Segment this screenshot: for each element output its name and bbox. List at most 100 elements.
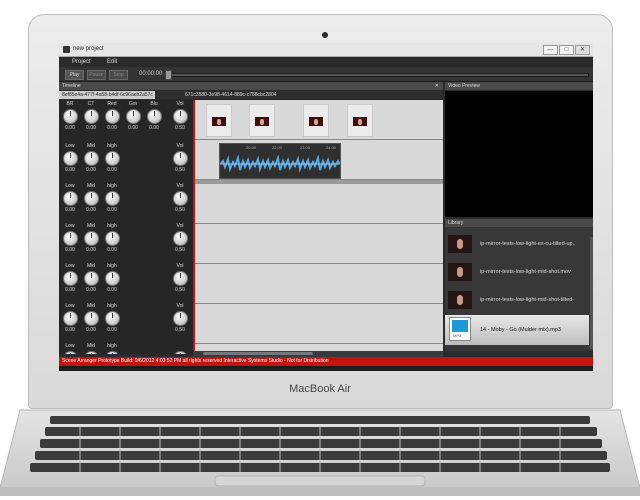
menu-item-edit[interactable]: Edit bbox=[107, 59, 117, 65]
label-vol: Vol bbox=[176, 303, 184, 309]
low-knob[interactable] bbox=[63, 151, 78, 166]
label-br: BR bbox=[66, 101, 74, 107]
audio-track[interactable]: 20.00 22.00 23.00 24.00 bbox=[193, 140, 443, 180]
tab-active[interactable]: 8ef85e4a-477f-4a58-b4df-6c96aeb2a57c bbox=[59, 91, 155, 99]
low-knob[interactable] bbox=[63, 271, 78, 286]
track[interactable] bbox=[193, 344, 443, 351]
value-vol: 0.50 bbox=[175, 287, 185, 293]
value-ct: 0.00 bbox=[86, 125, 96, 131]
mid-knob[interactable] bbox=[84, 231, 99, 246]
blue-knob[interactable] bbox=[147, 109, 162, 124]
label-high: high bbox=[107, 143, 117, 149]
video-clip[interactable] bbox=[303, 104, 329, 137]
window-title: new project bbox=[73, 46, 104, 52]
panel-close-icon[interactable]: ✕ bbox=[435, 82, 439, 90]
label-low: Low bbox=[65, 183, 75, 189]
maximize-button[interactable]: □ bbox=[559, 45, 574, 55]
volume-knob[interactable] bbox=[173, 191, 188, 206]
value-low: 0.00 bbox=[65, 207, 75, 213]
timeline-title: Timeline bbox=[62, 83, 81, 89]
low-knob[interactable] bbox=[63, 311, 78, 326]
high-knob[interactable] bbox=[105, 271, 120, 286]
volume-knob[interactable] bbox=[173, 151, 188, 166]
menu-item-project[interactable]: Project bbox=[72, 59, 91, 65]
pause-button[interactable]: Pause bbox=[87, 70, 106, 80]
library-item-selected[interactable]: 14 - Moby - Go (Mulder mix).mp3 bbox=[445, 315, 589, 345]
scrub-track[interactable] bbox=[167, 73, 589, 77]
label-mid: Mid bbox=[86, 183, 96, 189]
volume-knob[interactable] bbox=[173, 109, 188, 124]
library-item[interactable]: ip-mirror-tests-low-light-mid-shot-tilte… bbox=[445, 287, 589, 314]
timeline-tracks: 20.00 22.00 23.00 24.00 bbox=[193, 100, 443, 351]
scrub-handle[interactable] bbox=[165, 70, 172, 80]
high-knob[interactable] bbox=[105, 231, 120, 246]
low-knob[interactable] bbox=[63, 191, 78, 206]
low-knob[interactable] bbox=[63, 231, 78, 246]
label-low: Low bbox=[65, 143, 75, 149]
clip-thumbnail bbox=[255, 117, 269, 126]
video-preview-title: Video Preview bbox=[448, 83, 480, 89]
minimize-button[interactable]: — bbox=[543, 45, 558, 55]
camera-icon bbox=[322, 32, 328, 38]
green-knob[interactable] bbox=[126, 109, 141, 124]
library-item-name: ip-mirror-tests-low-light-mid-shot.mov bbox=[480, 269, 571, 275]
mixer-row-audio: Low Mid high Vol 0.00 0.00 0.00 0.50 bbox=[59, 302, 193, 342]
brightness-knob[interactable] bbox=[63, 109, 78, 124]
volume-knob[interactable] bbox=[173, 351, 188, 354]
video-track[interactable] bbox=[193, 100, 443, 140]
stop-button[interactable]: Stop bbox=[109, 70, 128, 80]
app-window: new project — □ ✕ Project Edit Play Paus… bbox=[59, 43, 593, 371]
play-button[interactable]: Play bbox=[65, 70, 84, 80]
video-clip[interactable] bbox=[249, 104, 275, 137]
value-vol: 0.50 bbox=[175, 247, 185, 253]
contrast-knob[interactable] bbox=[84, 109, 99, 124]
high-knob[interactable] bbox=[105, 151, 120, 166]
scrollbar-thumb[interactable] bbox=[203, 352, 313, 355]
high-knob[interactable] bbox=[105, 351, 120, 354]
value-high: 0.00 bbox=[107, 327, 117, 333]
low-knob[interactable] bbox=[63, 351, 78, 354]
video-clip[interactable] bbox=[206, 104, 232, 137]
value-vol: 0.50 bbox=[175, 207, 185, 213]
mid-knob[interactable] bbox=[84, 351, 99, 354]
library-item[interactable]: ip-mirror-tests-low-light-ex-cu-tilted-u… bbox=[445, 231, 589, 258]
video-preview-header: Video Preview bbox=[445, 82, 593, 90]
mixer-row-audio: Low Mid high bbox=[59, 342, 193, 354]
volume-knob[interactable] bbox=[173, 311, 188, 326]
library-item[interactable]: ip-mirror-tests-low-light-mid-shot.mov bbox=[445, 259, 589, 286]
timeline-header: Timeline ✕ bbox=[59, 82, 443, 90]
track[interactable] bbox=[193, 184, 443, 224]
value-vol: 0.50 bbox=[175, 327, 185, 333]
label-mid: Mid bbox=[86, 343, 96, 349]
track[interactable] bbox=[193, 304, 443, 344]
red-knob[interactable] bbox=[105, 109, 120, 124]
track[interactable] bbox=[193, 224, 443, 264]
mid-knob[interactable] bbox=[84, 271, 99, 286]
volume-knob[interactable] bbox=[173, 271, 188, 286]
mid-knob[interactable] bbox=[84, 151, 99, 166]
value-mid: 0.00 bbox=[86, 287, 96, 293]
track[interactable] bbox=[193, 264, 443, 304]
playhead[interactable] bbox=[193, 100, 195, 351]
mid-knob[interactable] bbox=[84, 191, 99, 206]
label-mid: Mid bbox=[86, 263, 96, 269]
label-mid: Mid bbox=[86, 223, 96, 229]
brand-label: MacBook Air bbox=[289, 383, 351, 395]
high-knob[interactable] bbox=[105, 311, 120, 326]
clip-thumbnail bbox=[212, 117, 226, 126]
label-low: Low bbox=[65, 303, 75, 309]
value-br: 0.00 bbox=[65, 125, 75, 131]
value-mid: 0.00 bbox=[86, 167, 96, 173]
audio-clip[interactable]: 20.00 22.00 23.00 24.00 bbox=[219, 143, 341, 179]
close-button[interactable]: ✕ bbox=[575, 45, 590, 55]
high-knob[interactable] bbox=[105, 191, 120, 206]
video-clip[interactable] bbox=[347, 104, 373, 137]
clip-thumbnail bbox=[309, 117, 323, 126]
label-vol: Vol bbox=[176, 183, 184, 189]
tab-other[interactable]: 671c3580-3e98-4614-889c-c788cbc2804 bbox=[185, 92, 276, 99]
mid-knob[interactable] bbox=[84, 311, 99, 326]
library-scrollbar[interactable] bbox=[590, 237, 593, 349]
volume-knob[interactable] bbox=[173, 231, 188, 246]
value-low: 0.00 bbox=[65, 247, 75, 253]
label-low: Low bbox=[65, 343, 75, 349]
